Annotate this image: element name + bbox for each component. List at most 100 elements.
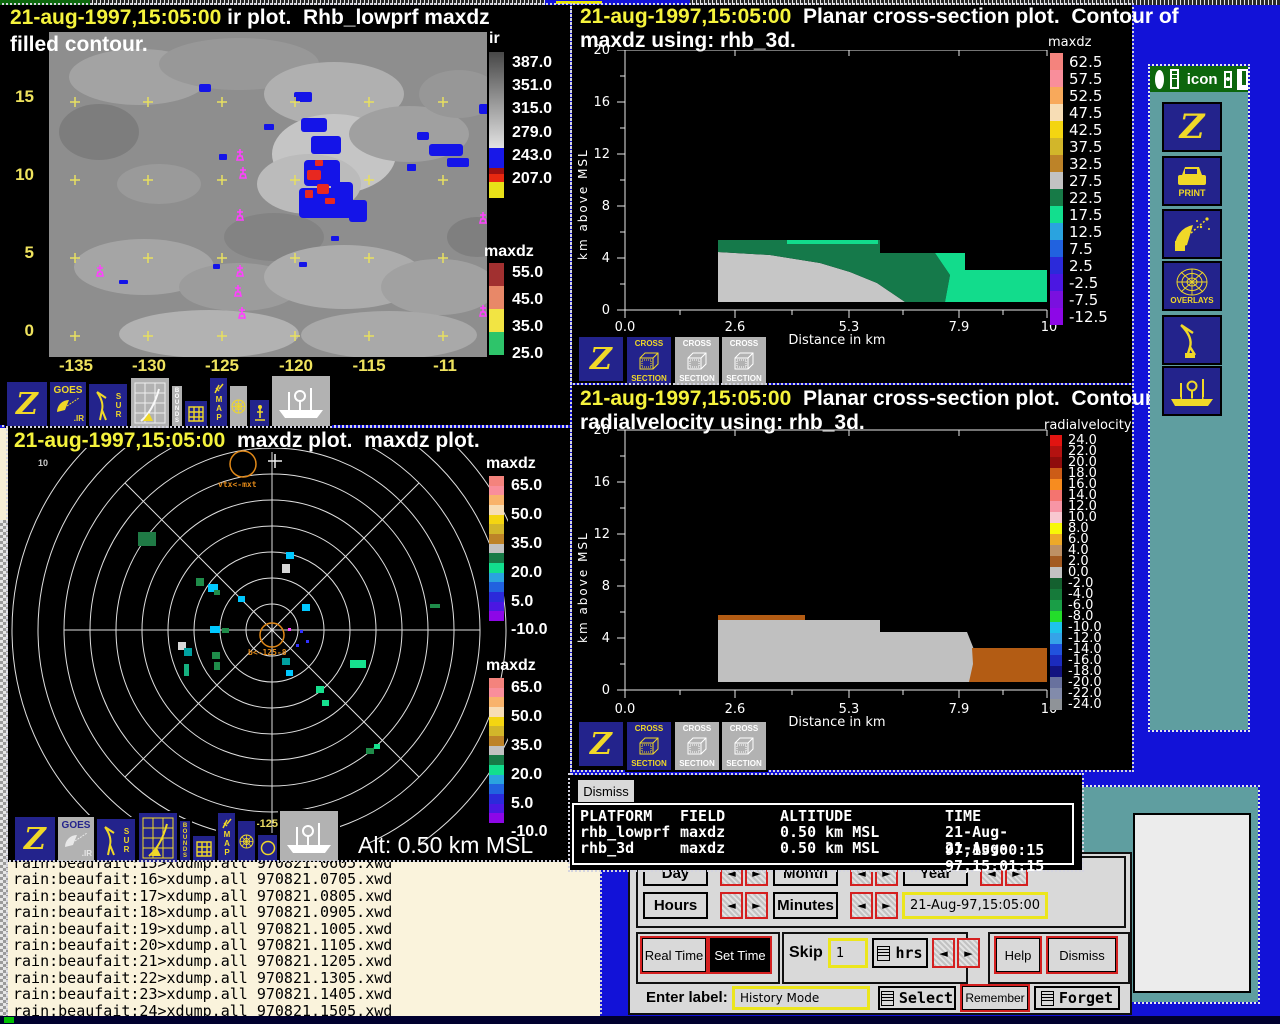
- xs1-ytick: 20: [593, 43, 610, 58]
- real-time-button[interactable]: Real Time: [640, 936, 708, 974]
- icon-window-titlebar[interactable]: icon: [1150, 66, 1248, 92]
- zeb-logo-button[interactable]: Z: [577, 335, 625, 383]
- cross-section-button[interactable]: CROSS SECTION: [720, 720, 768, 772]
- goes-ir-button[interactable]: GOES .IR: [56, 815, 96, 863]
- bounds-button[interactable]: BOUNDS: [170, 384, 184, 428]
- colorbar-label: 5.0: [511, 592, 534, 610]
- sur-radar-button[interactable]: SUR: [87, 382, 129, 428]
- xs1-title-timestamp: 21-aug-1997,15:05:00: [580, 5, 792, 28]
- window-doc-button[interactable]: [1170, 69, 1179, 89]
- xs1-plot: [572, 50, 1072, 335]
- map-button[interactable]: MAP: [216, 811, 237, 863]
- print-button[interactable]: PRINT: [1162, 156, 1222, 206]
- goes-ir-button[interactable]: GOES .IR: [48, 380, 88, 428]
- cross-section-button[interactable]: CROSS SECTION: [673, 335, 721, 387]
- overlays-web-icon: [1176, 268, 1208, 296]
- zeb-logo-button[interactable]: Z: [13, 815, 57, 863]
- colorbar-label: 45.0: [512, 290, 544, 308]
- map-button[interactable]: MAP: [208, 376, 229, 428]
- swatch: [489, 707, 504, 717]
- platform-table-row: rhb_lowprf maxdz 0.50 km MSL 21-Aug-97,15:0…: [580, 823, 1072, 859]
- xs1-colorbar: 62.5 57.5 52.5 47.5 42.5 37.5 32.5 27.5 22.5 17.5…: [1050, 53, 1108, 326]
- cross-section-button-active[interactable]: CROSS SECTION: [625, 720, 673, 772]
- colorbar-label: 12.5: [1069, 222, 1103, 241]
- small-grid-button[interactable]: [191, 834, 217, 863]
- cross-label: CROSS: [682, 724, 712, 733]
- ship-button[interactable]: [1162, 366, 1222, 416]
- bounds-label: BOUNDS: [174, 388, 180, 424]
- terminal-window[interactable]: rain:beaufait:15>xdump.all 970821.0605.x…: [6, 860, 602, 1018]
- xs2-ytick: 20: [593, 423, 610, 438]
- cross-section-button[interactable]: CROSS SECTION: [720, 335, 768, 387]
- small-grid-button[interactable]: [183, 399, 209, 428]
- colorbar-label: 22.5: [1069, 188, 1103, 207]
- skip-units-menu[interactable]: hrs: [872, 938, 928, 968]
- bottom-edge-strip: [0, 1016, 1280, 1024]
- hours-prev-button[interactable]: ◄: [720, 892, 743, 919]
- bottom-edge-indicator: [4, 1017, 14, 1023]
- swatch: [1050, 666, 1062, 677]
- bounds-button[interactable]: BOUNDS: [178, 819, 192, 863]
- overlay-rosette-button[interactable]: [228, 384, 249, 428]
- swatch: [489, 687, 504, 698]
- radar-echo: [184, 648, 192, 656]
- ir-colorbar-seg: [489, 174, 504, 182]
- goes-satellite-button[interactable]: [1162, 209, 1222, 259]
- dismiss-button[interactable]: Dismiss: [576, 778, 636, 804]
- skip-next-button[interactable]: ►: [957, 938, 980, 968]
- overlay-rosette-button[interactable]: [236, 819, 257, 863]
- time-input[interactable]: 21-Aug-97,15:05:00: [902, 892, 1048, 919]
- remember-button[interactable]: Remember: [960, 984, 1030, 1012]
- xterm-left-border-checker: [0, 520, 8, 1016]
- colorbar-row: -7.5: [1050, 290, 1108, 309]
- colorbar-label: 7.5: [1069, 239, 1093, 258]
- platform-table-rows: rhb_lowprf maxdz 0.50 km MSL 21-Aug-97,15:0…: [580, 823, 1072, 875]
- swatch: [1050, 308, 1063, 325]
- skip-label: Skip: [789, 944, 823, 961]
- circle-button[interactable]: [256, 833, 279, 863]
- grid-radar-button[interactable]: [129, 376, 171, 430]
- zeb-logo-button[interactable]: Z: [5, 380, 49, 428]
- buoy-button[interactable]: [248, 398, 271, 428]
- xs1-ytick: 16: [593, 95, 610, 110]
- radar-echo: [138, 532, 156, 546]
- forget-menu-button[interactable]: Forget: [1034, 986, 1120, 1010]
- set-time-button[interactable]: Set Time: [708, 936, 772, 974]
- radar-antenna-button[interactable]: [1162, 315, 1222, 365]
- zeb-logo-button[interactable]: Z: [1162, 102, 1222, 152]
- ppi-plot: 10 vtx<-mxt b<-125-8 -125: [8, 448, 508, 843]
- ship-button[interactable]: [270, 374, 332, 428]
- swatch: [489, 726, 504, 737]
- cross-section-button-active[interactable]: CROSS SECTION: [625, 335, 673, 387]
- xs1-ytick: 8: [601, 199, 610, 214]
- label-input[interactable]: History Mode: [732, 986, 870, 1010]
- hours-button[interactable]: Hours: [643, 892, 708, 919]
- overlays-button[interactable]: OVERLAYS: [1162, 261, 1222, 311]
- swatch: [489, 755, 504, 766]
- colorbar-label: -7.5: [1069, 290, 1099, 309]
- minutes-button[interactable]: Minutes: [773, 892, 838, 919]
- window-menu-button[interactable]: [1155, 69, 1165, 89]
- cross-section-button[interactable]: CROSS SECTION: [673, 720, 721, 772]
- ir-colorbar-title: ir: [489, 30, 500, 47]
- help-button[interactable]: Help: [994, 936, 1042, 974]
- sur-radar-button[interactable]: SUR: [95, 817, 137, 863]
- select-menu-button[interactable]: Select: [878, 986, 956, 1010]
- zeb-logo-button[interactable]: Z: [577, 720, 625, 768]
- minutes-next-button[interactable]: ►: [875, 892, 898, 919]
- skip-input[interactable]: 1: [828, 938, 868, 968]
- dismiss-button[interactable]: Dismiss: [1046, 936, 1118, 974]
- xs1-xlabel: Distance in km: [788, 333, 886, 348]
- window-iconify-button[interactable]: [1223, 70, 1232, 88]
- hours-next-button[interactable]: ►: [745, 892, 768, 919]
- skip-prev-button[interactable]: ◄: [932, 938, 955, 968]
- grid-radar-button[interactable]: [137, 811, 179, 865]
- radar-echo: [222, 628, 229, 633]
- ship-button[interactable]: [278, 809, 340, 863]
- colorbar-label: 47.5: [1069, 103, 1103, 122]
- minutes-prev-button[interactable]: ◄: [850, 892, 873, 919]
- terminal-line: rain:beaufait:21>xdump.all 970821.1205.x…: [13, 952, 393, 971]
- table-cell: maxdz: [680, 839, 726, 857]
- ppi-range-label: 10: [38, 458, 49, 468]
- window-zoom-button[interactable]: [1236, 68, 1248, 90]
